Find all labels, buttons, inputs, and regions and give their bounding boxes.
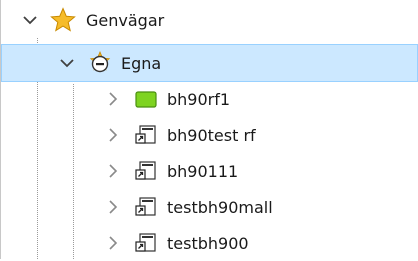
tree-node-genvagar[interactable]: Genvägar [1, 2, 418, 38]
chevron-right-icon[interactable] [105, 163, 121, 179]
shortcut-icon [135, 160, 157, 182]
shortcut-icon [135, 124, 157, 146]
chevron-right-icon[interactable] [105, 91, 121, 107]
shortcut-icon [135, 196, 157, 218]
chevron-right-icon[interactable] [105, 235, 121, 251]
tree-node-item[interactable]: bh90111 [1, 153, 418, 189]
shortcut-icon [135, 232, 157, 254]
chevron-down-icon[interactable] [22, 12, 38, 28]
tree-node-label: Genvägar [86, 10, 165, 30]
tree-node-label: testbh90mall [167, 197, 273, 217]
tree-node-item[interactable]: testbh90mall [1, 189, 418, 225]
tree-node-label: bh90111 [167, 161, 239, 181]
tree-node-item[interactable]: bh90test rf [1, 117, 418, 153]
tree-view: Genvägar Egna bh90rf1 bh90test rf bh9011… [0, 0, 418, 259]
tree-node-item[interactable]: bh90rf1 [1, 81, 418, 117]
chevron-down-icon[interactable] [59, 55, 75, 71]
chevron-right-icon[interactable] [105, 199, 121, 215]
tree-node-label: bh90test rf [167, 125, 256, 145]
tree-node-item[interactable]: testbh900 [1, 225, 418, 261]
star-icon [50, 7, 76, 33]
shortcut-folder-icon [87, 50, 113, 76]
tree-node-label: testbh900 [167, 233, 249, 253]
tree-node-egna[interactable]: Egna [1, 44, 418, 82]
tree-node-label: Egna [121, 53, 162, 73]
green-folder-icon [135, 88, 157, 110]
chevron-right-icon[interactable] [105, 127, 121, 143]
tree-node-label: bh90rf1 [167, 89, 231, 109]
